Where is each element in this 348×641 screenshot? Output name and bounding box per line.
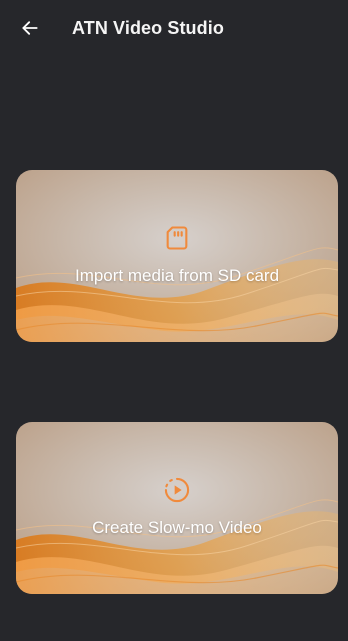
slow-motion-icon (163, 476, 191, 504)
import-sd-card-button[interactable]: Import media from SD card (16, 170, 338, 342)
app-bar: ATN Video Studio (0, 0, 348, 58)
create-slow-mo-button[interactable]: Create Slow-mo Video (16, 422, 338, 594)
arrow-left-icon (20, 18, 40, 43)
card-background (16, 422, 338, 594)
import-sd-card-label: Import media from SD card (74, 266, 280, 285)
page-title: ATN Video Studio (72, 18, 224, 38)
sd-card-icon (163, 224, 191, 252)
back-button[interactable] (16, 16, 44, 44)
card-background (16, 170, 338, 342)
create-slow-mo-label: Create Slow-mo Video (92, 518, 262, 537)
